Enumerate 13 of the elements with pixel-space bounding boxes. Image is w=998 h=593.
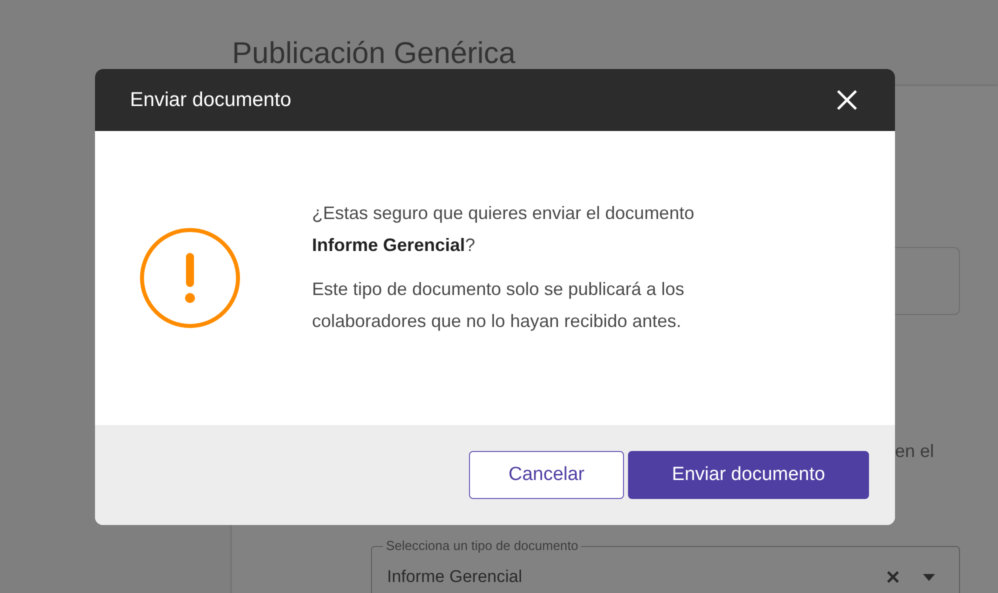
caret-icon[interactable] — [923, 574, 935, 580]
form-text: en el — [894, 441, 934, 462]
clear-icon[interactable] — [887, 571, 899, 583]
info-message: Este tipo de documento solo se publicará a los colaboradores que no lo hayan recibido antes. — [312, 278, 686, 333]
confirm-message: ¿Estas seguro que quieres enviar el documento Informe Gerencial? — [312, 202, 696, 257]
warning-icon — [139, 227, 241, 329]
close-button[interactable] — [836, 89, 858, 111]
send-button[interactable]: Enviar documento — [628, 451, 869, 499]
dialog-title: Enviar documento — [130, 88, 292, 112]
cancel-button[interactable]: Cancelar — [469, 451, 624, 499]
close-icon — [836, 89, 858, 111]
select-value: Informe Gerencial — [387, 567, 524, 587]
page-title: Publicación Genérica — [232, 36, 516, 72]
